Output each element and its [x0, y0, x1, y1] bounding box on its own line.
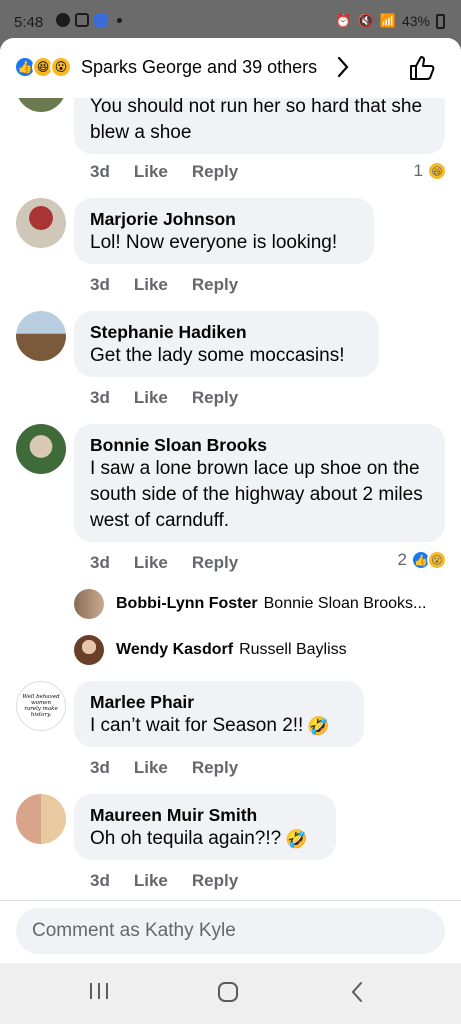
comment-author[interactable]: Bonnie Sloan Brooks: [90, 434, 429, 456]
comment-time: 3d: [90, 275, 110, 294]
reaction-icons: 👍 😆 😮: [14, 56, 72, 78]
like-button[interactable]: Like: [134, 758, 168, 778]
comment-author[interactable]: Marlee Phair: [90, 691, 348, 713]
comment-text: Lol! Now everyone is looking!: [90, 232, 338, 253]
comments-sheet: 👍 😆 😮 Sparks George and 39 others You sh…: [0, 38, 461, 963]
reply-author[interactable]: Bobbi-Lynn Foster: [116, 595, 258, 613]
comment-bubble[interactable]: Marjorie Johnson Lol! Now everyone is lo…: [74, 198, 374, 264]
avatar[interactable]: [16, 198, 66, 248]
avatar[interactable]: [16, 794, 66, 844]
comment-time: 3d: [90, 553, 110, 572]
reaction-count[interactable]: 1 😆: [414, 161, 447, 181]
like-button[interactable]: Like: [134, 388, 168, 408]
alarm-icon: ⏰: [335, 13, 352, 28]
avatar[interactable]: Well behaved women rarely make history.: [16, 681, 66, 731]
reply-text: Russell Bayliss: [239, 641, 347, 658]
status-bar: 5:48 ⏰ 🔇 📶 43%: [0, 0, 461, 40]
chevron-right-icon[interactable]: [336, 56, 350, 84]
back-icon[interactable]: [350, 981, 364, 1009]
wow-reaction-icon: 😮: [50, 56, 72, 78]
comment-text: I can’t wait for Season 2!!: [90, 715, 304, 736]
reply-button[interactable]: Reply: [192, 553, 238, 573]
reactions-summary[interactable]: Sparks George and 39 others: [81, 57, 317, 78]
laughing-emoji-icon: 🤣: [285, 828, 308, 849]
comment-bubble[interactable]: Marlee Phair I can’t wait for Season 2!!…: [74, 681, 364, 747]
comment-bubble[interactable]: Stephanie Hadiken Get the lady some mocc…: [74, 311, 379, 377]
reaction-count[interactable]: 2 👍 😮: [398, 550, 447, 570]
comment-actions: 3d Like Reply: [90, 553, 262, 573]
comment-bubble[interactable]: Bonnie Sloan Brooks I saw a lone brown l…: [74, 424, 445, 542]
home-icon[interactable]: [217, 981, 239, 1009]
notification-icons: [56, 13, 122, 27]
comment-actions: 3d Like Reply: [90, 275, 262, 295]
like-button[interactable]: Like: [134, 162, 168, 182]
comment-actions: 3d Like Reply: [90, 871, 262, 891]
comment-text-row: Oh oh tequila again?!? 🤣: [90, 826, 320, 852]
comment-time: 3d: [90, 162, 110, 181]
comment-author[interactable]: Stephanie Hadiken: [90, 321, 363, 343]
comment-text: Oh oh tequila again?!?: [90, 828, 282, 849]
comment-input-placeholder: Comment as Kathy Kyle: [32, 920, 236, 941]
avatar: [74, 635, 104, 665]
reply-button[interactable]: Reply: [192, 871, 238, 891]
battery-text: 43%: [401, 13, 430, 29]
reply-preview[interactable]: Bobbi-Lynn Foster Bonnie Sloan Brooks...: [74, 589, 426, 619]
comment-actions: 3d Like Reply: [90, 162, 262, 182]
recent-apps-icon[interactable]: [88, 981, 110, 1007]
system-nav-bar: [0, 963, 461, 1024]
avatar: [74, 589, 104, 619]
missed-call-icon: [75, 13, 89, 27]
like-button[interactable]: Like: [134, 275, 168, 295]
comment-author[interactable]: Maureen Muir Smith: [90, 804, 320, 826]
comment-time: 3d: [90, 388, 110, 407]
avatar[interactable]: [16, 311, 66, 361]
avatar-quote-text: Well behaved women rarely make history.: [22, 694, 60, 718]
composer-divider: [0, 900, 461, 901]
comment-bubble[interactable]: Maureen Muir Smith Oh oh tequila again?!…: [74, 794, 336, 860]
like-button[interactable]: Like: [134, 871, 168, 891]
wow-reaction-icon: 😮: [427, 550, 447, 570]
battery-icon: [436, 13, 445, 29]
wifi-icon: 📶: [379, 13, 396, 28]
comment-text: Get the lady some moccasins!: [90, 345, 345, 366]
reply-button[interactable]: Reply: [192, 388, 238, 408]
comment-text-row: I can’t wait for Season 2!! 🤣: [90, 713, 348, 739]
laughing-emoji-icon: 🤣: [307, 715, 330, 736]
comment-text: You should not run her so hard that she …: [90, 96, 423, 143]
reaction-count-number: 2: [397, 550, 407, 569]
comment-time: 3d: [90, 758, 110, 777]
comment-time: 3d: [90, 871, 110, 890]
comment-actions: 3d Like Reply: [90, 758, 262, 778]
like-button[interactable]: Like: [134, 553, 168, 573]
reactions-header[interactable]: 👍 😆 😮 Sparks George and 39 others: [0, 38, 461, 98]
reply-preview[interactable]: Wendy Kasdorf Russell Bayliss: [74, 635, 347, 665]
reply-author[interactable]: Wendy Kasdorf: [116, 641, 233, 659]
system-icons: ⏰ 🔇 📶 43%: [335, 13, 445, 29]
reply-button[interactable]: Reply: [192, 758, 238, 778]
comment-input[interactable]: Comment as Kathy Kyle: [16, 908, 445, 954]
comment-author[interactable]: Marjorie Johnson: [90, 208, 358, 230]
status-time: 5:48: [14, 14, 44, 31]
mute-icon: 🔇: [357, 13, 374, 28]
whatsapp-icon: [56, 13, 70, 27]
comment-text: I saw a lone brown lace up shoe on the s…: [90, 458, 423, 531]
reply-button[interactable]: Reply: [192, 162, 238, 182]
avatar[interactable]: [16, 424, 66, 474]
comment-actions: 3d Like Reply: [90, 388, 262, 408]
reply-button[interactable]: Reply: [192, 275, 238, 295]
like-post-icon[interactable]: [407, 53, 437, 83]
messenger-icon: [94, 13, 108, 27]
haha-reaction-icon: 😆: [427, 161, 447, 181]
reaction-count-number: 1: [413, 161, 423, 180]
more-notifications-icon: [117, 17, 122, 23]
reply-text: Bonnie Sloan Brooks...: [263, 595, 427, 612]
